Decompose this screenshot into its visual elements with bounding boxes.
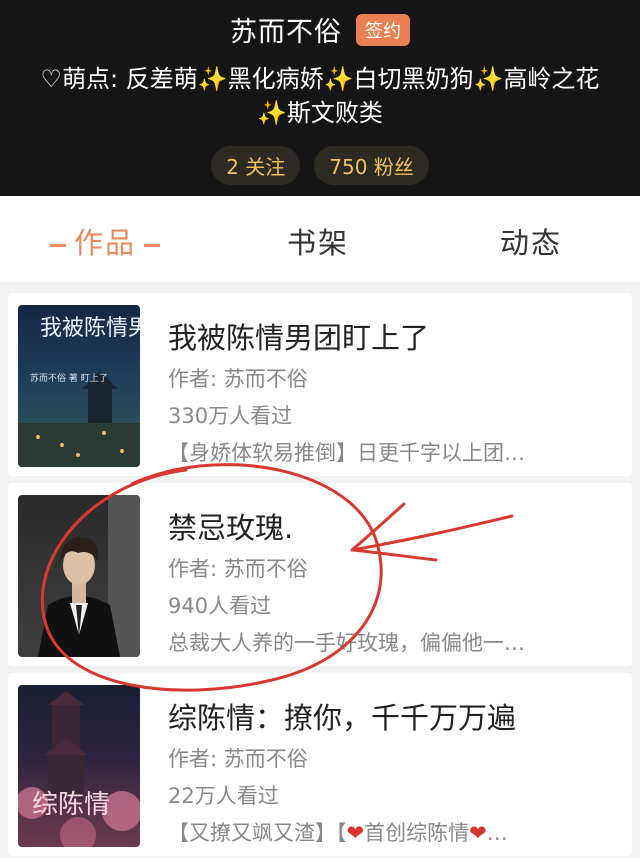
tab-works[interactable]: 作品 [42, 220, 168, 262]
profile-tags: ♡萌点: 反差萌✨黑化病娇✨白切黑奶狗✨高岭之花 ✨斯文败类 [10, 62, 630, 130]
tab-active-dash-right [144, 243, 161, 247]
work-card[interactable]: 我被陈情男团 苏而不俗 著 盯上了 我被陈情男团盯上了 作者: 苏而不俗 330… [8, 293, 632, 476]
tab-bookshelf[interactable]: 书架 [287, 220, 349, 262]
cover-art: 我被陈情男团 苏而不俗 著 盯上了 [18, 316, 140, 467]
tags-line-1: ♡萌点: 反差萌✨黑化病娇✨白切黑奶狗✨高岭之花 [40, 65, 600, 93]
author-row: 苏而不俗 签约 [0, 10, 640, 49]
heart-icon: ❤ [346, 821, 365, 845]
work-title[interactable]: 禁忌玫瑰. [168, 505, 293, 547]
cover-title-text: 综陈情 [32, 790, 110, 820]
book-cover[interactable] [18, 495, 140, 657]
tab-bar: 作品 书架 动态 [0, 196, 640, 282]
signed-badge: 签约 [356, 13, 410, 46]
tab-activity-label: 动态 [500, 226, 563, 260]
book-cover[interactable]: 我被陈情男团 苏而不俗 著 盯上了 [18, 305, 140, 467]
heart-icon: ❤ [469, 821, 487, 845]
work-views: 940人看过 [168, 594, 272, 618]
work-author: 作者: 苏而不俗 [168, 367, 308, 391]
profile-header: 苏而不俗 签约 ♡萌点: 反差萌✨黑化病娇✨白切黑奶狗✨高岭之花 ✨斯文败类 2… [0, 0, 640, 196]
work-card[interactable]: 综陈情 综陈情：撩你，千千万万遍 作者: 苏而不俗 22万人看过 【又撩又飒又渣… [8, 673, 632, 856]
work-views: 22万人看过 [168, 784, 279, 808]
tab-bookshelf-label: 书架 [287, 226, 350, 260]
work-summary-part: 首创综陈情 [364, 821, 470, 845]
followers-count[interactable]: 750 粉丝 [314, 146, 429, 185]
cover-subtitle-text: 苏而不俗 著 盯上了 [30, 372, 108, 384]
cover-art: 综陈情 [18, 691, 140, 847]
work-author: 作者: 苏而不俗 [168, 747, 308, 771]
profile-stats: 2 关注 750 粉丝 [0, 146, 640, 185]
work-summary-part: … [486, 821, 508, 845]
work-title[interactable]: 综陈情：撩你，千千万万遍 [168, 695, 516, 737]
work-summary-part: 【又撩又飒又渣】【 [168, 821, 347, 845]
work-summary: 总裁大人养的一手好玫瑰，偏偏他一… [168, 631, 525, 655]
following-count[interactable]: 2 关注 [211, 146, 301, 185]
tab-works-label: 作品 [74, 226, 137, 260]
tab-activity[interactable]: 动态 [500, 220, 562, 262]
tab-active-dash-left [50, 243, 66, 247]
work-summary: 【身娇体软易推倒】日更千字以上团… [168, 441, 525, 465]
author-name: 苏而不俗 [230, 17, 342, 48]
book-cover[interactable]: 综陈情 [18, 685, 140, 847]
cover-art [38, 495, 140, 657]
work-card[interactable]: 禁忌玫瑰. 作者: 苏而不俗 940人看过 总裁大人养的一手好玫瑰，偏偏他一… [8, 483, 632, 666]
cover-title-text: 我被陈情男团 [40, 316, 140, 341]
work-views: 330万人看过 [168, 404, 293, 428]
work-summary: 【又撩又飒又渣】【❤首创综陈情❤… [168, 817, 608, 847]
tags-line-2: ✨斯文败类 [257, 99, 383, 127]
work-author: 作者: 苏而不俗 [168, 557, 308, 581]
work-title[interactable]: 我被陈情男团盯上了 [168, 315, 429, 357]
